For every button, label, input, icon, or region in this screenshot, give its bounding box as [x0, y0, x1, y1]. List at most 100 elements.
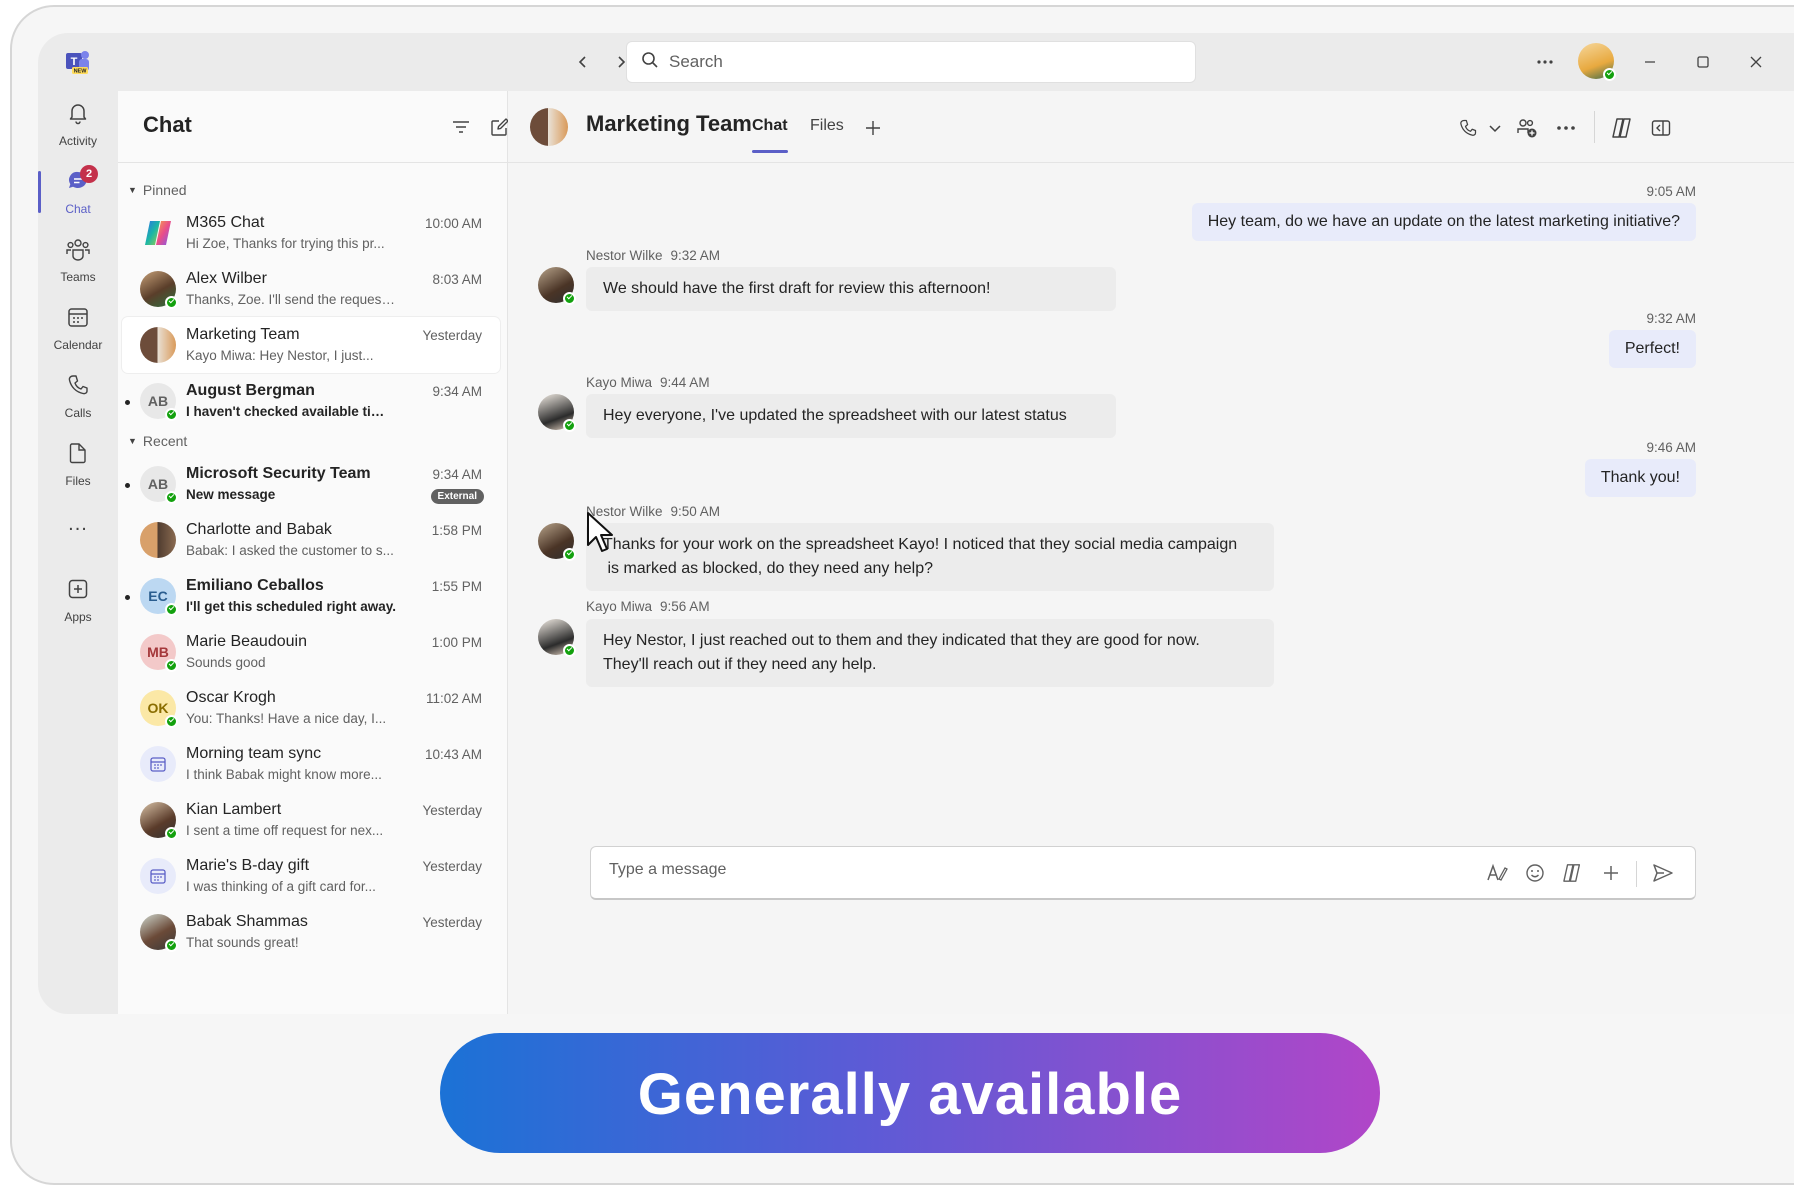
back-arrow-icon[interactable]	[570, 49, 596, 75]
message-composer[interactable]	[590, 846, 1696, 900]
rail-apps[interactable]: Apps	[38, 567, 118, 633]
group-avatar	[140, 522, 176, 558]
rail-more-button[interactable]: ...	[38, 499, 118, 549]
chat-row-marie[interactable]: MB Marie Beaudouin Sounds good 1:00 PM	[122, 624, 500, 680]
rail-label: Chat	[65, 201, 91, 216]
tab-chat[interactable]: Chat	[752, 117, 788, 153]
chat-row-charlotte[interactable]: Charlotte and Babak Babak: I asked the c…	[122, 512, 500, 568]
avatar[interactable]	[538, 267, 576, 305]
chat-row-morning-sync[interactable]: Morning team sync I think Babak might kn…	[122, 736, 500, 792]
presence-available-icon	[563, 292, 576, 305]
tab-files[interactable]: Files	[810, 117, 844, 135]
header-divider	[1594, 111, 1595, 143]
rail-chat[interactable]: 2 Chat	[38, 159, 118, 225]
rail-calendar[interactable]: Calendar	[38, 295, 118, 361]
rail-calls[interactable]: Calls	[38, 363, 118, 429]
avatar	[140, 914, 178, 952]
avatar: MB	[140, 634, 178, 672]
side-panel-icon[interactable]	[1646, 113, 1676, 143]
message-input[interactable]	[609, 861, 1409, 879]
message-time: 9:32 AM	[1646, 311, 1696, 326]
chat-row-emiliano[interactable]: EC Emiliano Ceballos I'll get this sched…	[122, 568, 500, 624]
more-options-icon[interactable]	[1551, 113, 1581, 143]
external-badge: External	[430, 489, 484, 504]
outgoing-message[interactable]: Perfect!	[1608, 330, 1696, 368]
incoming-message[interactable]: Thanks for your work on the spreadsheet …	[586, 523, 1274, 591]
chat-time: 11:02 AM	[425, 691, 482, 706]
emoji-icon[interactable]	[1521, 859, 1549, 887]
maximize-icon[interactable]	[1688, 47, 1718, 77]
add-tab-icon[interactable]	[858, 113, 888, 143]
chat-time: Yesterday	[422, 328, 482, 343]
message-time: 9:50 AM	[670, 504, 721, 519]
send-icon[interactable]	[1649, 859, 1677, 887]
teams-icon	[65, 237, 91, 266]
chat-name: Emiliano Ceballos	[186, 577, 324, 594]
search-input[interactable]	[669, 52, 1149, 72]
avatar-initials: OK	[147, 700, 169, 716]
profile-avatar[interactable]	[1578, 43, 1616, 81]
presence-available-icon	[563, 548, 576, 561]
chat-preview: Thanks, Zoe. I'll send the request...	[186, 292, 396, 307]
bell-icon	[66, 101, 90, 130]
phone-icon	[66, 373, 90, 402]
recent-section-header[interactable]: ▼ Recent	[128, 433, 187, 449]
outgoing-message[interactable]: Thank you!	[1584, 459, 1696, 497]
more-icon: ...	[68, 512, 88, 535]
section-label: Recent	[142, 433, 188, 449]
chevron-down-icon[interactable]	[1480, 113, 1510, 143]
rail-files[interactable]: Files	[38, 431, 118, 497]
chat-row-bday-gift[interactable]: Marie's B-day gift I was thinking of a g…	[122, 848, 500, 904]
chat-row-babak[interactable]: Babak Shammas That sounds great! Yesterd…	[122, 904, 500, 960]
avatar[interactable]	[538, 523, 576, 561]
message-meta: Kayo Miwa 9:56 AM	[586, 599, 710, 614]
chat-row-marketing[interactable]: Marketing Team Kayo Miwa: Hey Nestor, I …	[122, 317, 500, 373]
chat-preview: You: Thanks! Have a nice day, I...	[186, 711, 387, 726]
rail-teams[interactable]: Teams	[38, 227, 118, 293]
filter-icon[interactable]	[447, 113, 475, 141]
presence-available-icon	[165, 659, 178, 672]
chat-name: Kian Lambert	[186, 801, 282, 818]
chat-time: 9:34 AM	[432, 384, 482, 399]
teams-logo-icon[interactable]: T NEW	[62, 47, 92, 77]
rail-activity[interactable]: Activity	[38, 91, 118, 157]
avatar[interactable]	[538, 394, 576, 432]
calendar-icon	[66, 305, 90, 334]
chat-name: Charlotte and Babak	[186, 521, 332, 538]
pinned-section-header[interactable]: ▼ Pinned	[128, 182, 187, 198]
avatar[interactable]	[538, 619, 576, 657]
minimize-icon[interactable]	[1635, 47, 1665, 77]
chat-row-oscar[interactable]: OK Oscar Krogh You: Thanks! Have a nice …	[122, 680, 500, 736]
chat-row-kian[interactable]: Kian Lambert I sent a time off request f…	[122, 792, 500, 848]
close-icon[interactable]	[1741, 47, 1771, 77]
incoming-message[interactable]: Hey Nestor, I just reached out to them a…	[586, 619, 1274, 687]
chat-preview: I think Babak might know more...	[186, 767, 382, 782]
incoming-message[interactable]: We should have the first draft for revie…	[586, 267, 1116, 311]
format-icon[interactable]	[1483, 859, 1511, 887]
chat-time: 1:58 PM	[431, 523, 482, 538]
copilot-icon[interactable]	[1559, 859, 1587, 887]
avatar: OK	[140, 690, 178, 728]
more-icon[interactable]	[1530, 47, 1560, 77]
message-time: 9:44 AM	[660, 375, 710, 390]
chat-name: Marie Beaudouin	[186, 633, 307, 650]
chat-row-security[interactable]: AB Microsoft Security Team New message 9…	[122, 456, 500, 512]
search-box[interactable]	[626, 41, 1196, 83]
chat-preview: New message	[186, 487, 276, 502]
presence-available-icon	[165, 408, 178, 421]
chat-row-august[interactable]: AB August Bergman I haven't checked avai…	[122, 373, 500, 429]
outgoing-message[interactable]: Hey team, do we have an update on the la…	[1191, 203, 1696, 241]
mouse-pointer-icon	[586, 511, 616, 560]
incoming-message[interactable]: Hey everyone, I've updated the spreadshe…	[586, 394, 1116, 438]
add-attachment-icon[interactable]	[1597, 859, 1625, 887]
chat-row-alex[interactable]: Alex Wilber Thanks, Zoe. I'll send the r…	[122, 261, 500, 317]
add-people-icon[interactable]	[1512, 113, 1542, 143]
presence-available-icon	[563, 419, 576, 432]
chat-name: August Bergman	[186, 382, 315, 399]
avatar	[140, 271, 178, 309]
chat-row-m365[interactable]: M365 Chat Hi Zoe, Thanks for trying this…	[122, 205, 500, 261]
copilot-icon[interactable]	[1608, 113, 1638, 143]
avatar-initials: AB	[147, 476, 169, 492]
chat-time: 8:03 AM	[432, 272, 482, 287]
call-icon[interactable]	[1453, 113, 1483, 143]
